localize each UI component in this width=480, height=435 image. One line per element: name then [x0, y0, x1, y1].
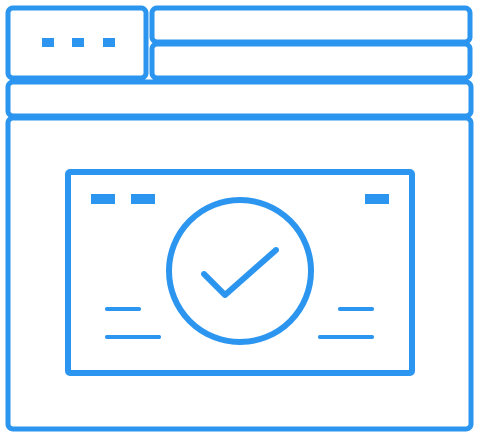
check-circle	[166, 197, 314, 345]
address-bar-top	[149, 5, 473, 45]
checkmark-icon	[201, 247, 279, 298]
window-frame	[5, 115, 474, 432]
window-dot-2	[72, 38, 84, 47]
card-tag-right	[365, 194, 389, 204]
card-tag-2	[131, 194, 155, 204]
window-dot-3	[103, 38, 115, 47]
browser-window-verified-card-icon	[5, 5, 474, 432]
card-tag-1	[91, 194, 115, 204]
toolbar-bar	[5, 79, 474, 119]
window-dot-1	[42, 38, 54, 47]
address-bar-bottom	[149, 41, 473, 81]
illustration	[0, 0, 480, 435]
